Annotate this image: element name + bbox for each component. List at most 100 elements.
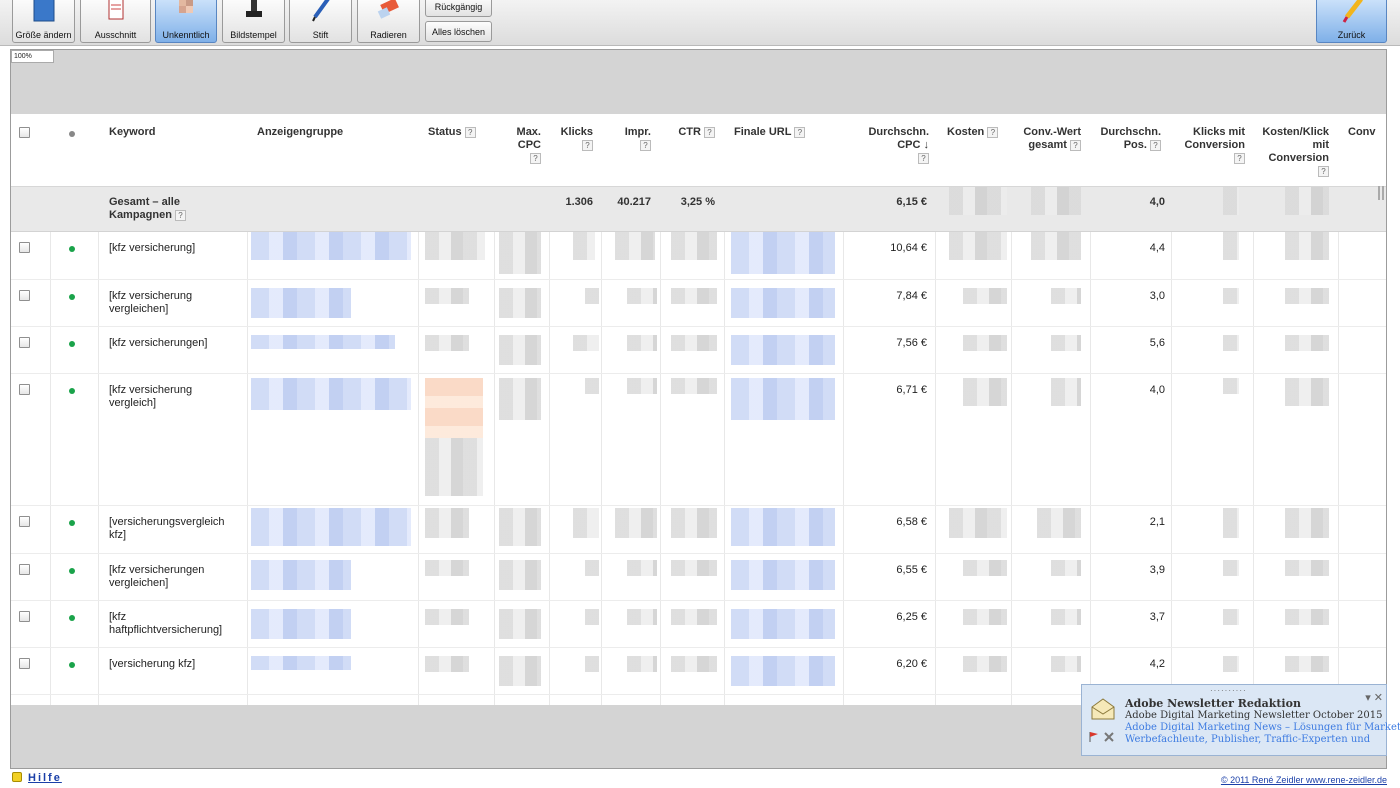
row-checkbox[interactable] [19, 516, 30, 527]
row-avg-cpc: 6,20 € [896, 658, 927, 670]
help-icon[interactable]: ? [175, 209, 187, 221]
undo-button[interactable]: Rückgängig [425, 0, 492, 17]
blur-button[interactable]: Unkenntlich [155, 0, 217, 43]
total-avg-cpc: 6,15 € [896, 196, 927, 208]
notification-body-line2[interactable]: Werbefachleute, Publisher, Traffic-Exper… [1125, 734, 1370, 745]
row-keyword[interactable]: [kfz versicherung vergleichen] [109, 290, 239, 316]
total-clicks: 1.306 [565, 196, 593, 208]
help-icon[interactable]: ? [704, 126, 715, 138]
row-keyword[interactable]: [kfz versicherungen vergleichen] [109, 564, 239, 590]
header-conv-value[interactable]: Conv.-Wert gesamt ? [1017, 126, 1081, 152]
resize-label: Größe ändern [15, 30, 72, 40]
header-status-label: Status [428, 126, 462, 138]
header-impressions[interactable]: Impr.? [605, 126, 651, 152]
help-icon[interactable]: ? [1070, 139, 1081, 151]
header-ctr-label: CTR [678, 126, 701, 138]
help-icon[interactable]: ? [582, 139, 593, 151]
document-icon [108, 0, 123, 20]
help-icon[interactable]: ? [640, 139, 651, 151]
help-icon[interactable]: ? [794, 126, 806, 138]
header-cost-per-conv-click[interactable]: Kosten/Klick mit Conversion? [1259, 126, 1329, 178]
row-avg-cpc: 6,55 € [896, 564, 927, 576]
row-checkbox[interactable] [19, 564, 30, 575]
header-max-cpc-label: Max. CPC [516, 126, 541, 151]
back-label: Zurück [1337, 30, 1366, 40]
header-max-cpc[interactable]: Max. CPC? [501, 126, 541, 165]
flag-icon[interactable] [1088, 731, 1100, 743]
table-row[interactable]: [versicherungsvergleich kfz] 6,58 € 2,1 [11, 506, 1386, 554]
status-column-icon [69, 131, 75, 137]
row-keyword[interactable]: [kfz haftpflichtversicherung] [109, 611, 239, 637]
status-dot-icon [69, 662, 75, 668]
crop-label: Ausschnitt [94, 30, 137, 40]
row-keyword[interactable]: [versicherungsvergleich kfz] [109, 516, 239, 542]
monitor-icon [33, 0, 54, 22]
row-keyword[interactable]: [versicherung kfz] [109, 658, 239, 671]
header-conv-clicks[interactable]: Klicks mit Conversion? [1177, 126, 1245, 165]
column-resize-handle[interactable] [1378, 186, 1384, 200]
stamp-button[interactable]: Bildstempel [222, 0, 285, 43]
row-checkbox[interactable] [19, 611, 30, 622]
notification-body-line1[interactable]: Adobe Digital Marketing News – Lösungen … [1125, 722, 1400, 733]
row-avg-cpc: 6,25 € [896, 611, 927, 623]
row-checkbox[interactable] [19, 242, 30, 253]
header-cost[interactable]: Kosten ? [947, 126, 999, 139]
row-avg-pos: 5,6 [1149, 337, 1165, 349]
help-icon[interactable]: ? [464, 126, 476, 138]
eraser-label: Radieren [370, 30, 407, 40]
header-keyword[interactable]: Keyword [109, 126, 155, 139]
help-icon[interactable]: ? [987, 126, 999, 138]
help-link[interactable]: Hilfe [12, 772, 62, 784]
header-conv-clicks-label: Klicks mit Conversion [1184, 126, 1245, 151]
pen-label: Stift [312, 30, 329, 40]
header-status[interactable]: Status ? [428, 126, 476, 139]
header-avg-cpc[interactable]: Durchschn. CPC ↓? [847, 126, 929, 165]
notification-grip[interactable]: ·········· [1210, 686, 1247, 695]
eraser-button[interactable]: Radieren [357, 0, 420, 43]
header-final-url[interactable]: Finale URL ? [734, 126, 806, 139]
table-row[interactable]: [kfz versicherungen] 7,56 € 5,6 [11, 327, 1386, 374]
row-avg-cpc: 6,58 € [896, 516, 927, 528]
row-checkbox[interactable] [19, 658, 30, 669]
table-row[interactable]: [kfz versicherung vergleichen] 7,84 € 3,… [11, 280, 1386, 327]
header-ad-group[interactable]: Anzeigengruppe [257, 126, 343, 139]
copyright-link[interactable]: © 2011 René Zeidler www.rene-zeidler.de [1221, 775, 1387, 785]
table-row[interactable]: [kfz haftpflichtversicherung] 6,25 € 3,7 [11, 601, 1386, 648]
delete-icon[interactable] [1103, 731, 1115, 743]
help-icon[interactable]: ? [918, 152, 929, 164]
resize-button[interactable]: Größe ändern [12, 0, 75, 43]
table-row[interactable]: [kfz versicherung] 10,64 € 4,4 [11, 232, 1386, 280]
select-all-checkbox[interactable] [19, 127, 30, 138]
screenshot-table[interactable]: Keyword Anzeigengruppe Status ? Max. CPC… [11, 114, 1386, 705]
help-icon[interactable]: ? [530, 152, 541, 164]
header-clicks[interactable]: Klicks? [551, 126, 593, 152]
header-avg-pos[interactable]: Durchschn. Pos. ? [1097, 126, 1161, 152]
header-ctr[interactable]: CTR ? [663, 126, 715, 139]
help-icon[interactable]: ? [1150, 139, 1161, 151]
row-keyword[interactable]: [kfz versicherungen] [109, 337, 239, 350]
row-keyword[interactable]: [kfz versicherung vergleich] [109, 384, 239, 410]
notification-close-icon[interactable]: ▾ ✕ [1365, 691, 1383, 704]
total-avg-pos: 4,0 [1149, 196, 1165, 208]
back-button[interactable]: Zurück [1316, 0, 1387, 43]
row-checkbox[interactable] [19, 384, 30, 395]
table-row[interactable]: [kfz versicherung vergleich] 6,71 € 4,0 [11, 374, 1386, 506]
table-header: Keyword Anzeigengruppe Status ? Max. CPC… [11, 114, 1386, 187]
help-icon[interactable]: ? [1234, 152, 1245, 164]
help-icon[interactable]: ? [1318, 165, 1329, 177]
newsletter-notification[interactable]: ·········· ▾ ✕ Adobe Newsletter Redaktio… [1081, 684, 1400, 756]
header-avg-cpc-label: Durchschn. CPC [868, 126, 929, 151]
table-row[interactable]: [kfz versicherungen vergleichen] 6,55 € … [11, 554, 1386, 601]
undo-label: Rückgängig [434, 2, 483, 12]
crop-button[interactable]: Ausschnitt [80, 0, 151, 43]
row-checkbox[interactable] [19, 337, 30, 348]
envelope-icon [1091, 698, 1115, 720]
row-keyword[interactable]: [kfz versicherung] [109, 242, 239, 255]
clear-all-button[interactable]: Alles löschen [425, 21, 492, 42]
header-conv-partial[interactable]: Conv [1348, 126, 1376, 139]
row-checkbox[interactable] [19, 290, 30, 301]
pen-button[interactable]: Stift [289, 0, 352, 43]
pixelate-icon [179, 0, 193, 13]
header-final-url-label: Finale URL [734, 126, 792, 138]
total-label-text: Gesamt – alle Kampagnen [109, 196, 180, 221]
